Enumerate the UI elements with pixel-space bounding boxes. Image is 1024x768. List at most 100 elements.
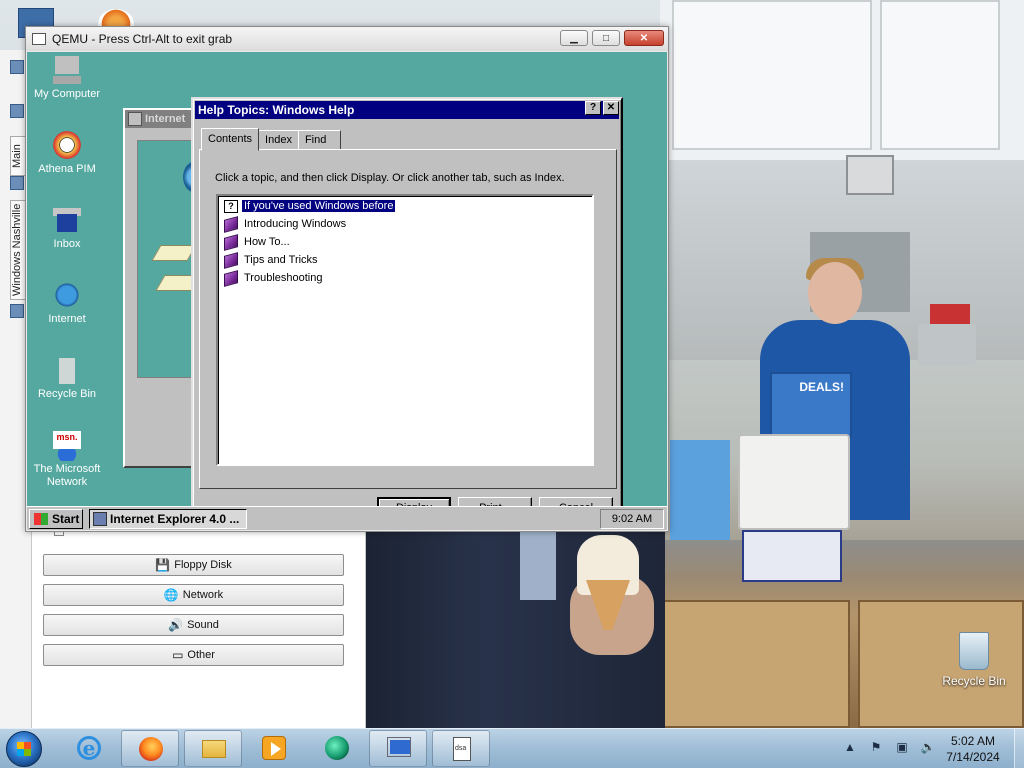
maximize-button[interactable]: □ <box>592 30 620 46</box>
list-item[interactable]: ? If you've used Windows before <box>224 198 397 214</box>
taskbar-media-player[interactable] <box>245 730 303 767</box>
tab-find[interactable]: Find <box>297 130 342 150</box>
help-dialog-title[interactable]: Help Topics: Windows Help <box>195 101 619 119</box>
task-label: Internet Explorer 4.0 ... <box>110 512 240 526</box>
bg-ceiling-panel <box>880 0 1000 150</box>
start-label: Start <box>52 512 80 526</box>
help-instructions: Click a topic, and then click Display. O… <box>215 172 565 184</box>
show-desktop-button[interactable] <box>1014 729 1024 768</box>
action-center-flag-icon[interactable]: ⚑ <box>868 739 884 755</box>
internet-explorer-icon: e <box>77 736 101 760</box>
close-button[interactable]: ✕ <box>624 30 664 46</box>
monitor-icon <box>387 737 411 757</box>
list-item[interactable]: Introducing Windows <box>224 215 347 233</box>
taskbar-button-internet-explorer[interactable]: Internet Explorer 4.0 ... <box>89 509 247 529</box>
help-topics-dialog[interactable]: Help Topics: Windows Help ? ✕ Contents I… <box>191 97 623 521</box>
taskbar-firefox[interactable] <box>121 730 179 767</box>
desktop-icon-my-computer[interactable]: My Computer <box>27 54 107 101</box>
help-close-button[interactable]: ✕ <box>603 101 619 115</box>
desktop-icon-internet[interactable]: Internet <box>27 279 107 326</box>
topic-label: Tips and Tricks <box>244 254 318 266</box>
bg-cups <box>918 324 976 366</box>
clock-time: 5:02 AM <box>950 734 996 748</box>
list-item[interactable]: Tips and Tricks <box>224 251 318 269</box>
help-tabs: Contents Index Find <box>201 127 342 151</box>
show-hidden-icons-icon[interactable]: ▲ <box>842 739 858 755</box>
button-label: Other <box>187 649 215 661</box>
qemu-icon <box>325 736 349 760</box>
tab-index[interactable]: Index <box>258 130 299 150</box>
taskbar-file-explorer[interactable] <box>184 730 242 767</box>
bg-ceiling-panel <box>672 0 872 150</box>
desktop-icon-msn[interactable]: msn. The Microsoft Network <box>27 429 107 489</box>
host-side-icon[interactable] <box>10 304 24 318</box>
topic-label: Introducing Windows <box>244 218 347 230</box>
guest-screen[interactable]: My Computer Athena PIM Inbox Internet Re… <box>27 52 667 530</box>
book-icon <box>224 269 238 287</box>
desktop-icon-athena-pim[interactable]: Athena PIM <box>27 129 107 176</box>
ie-window-title[interactable]: Internet <box>125 110 201 128</box>
bg-register <box>738 434 850 530</box>
icon-label: My Computer <box>33 88 101 100</box>
context-help-button[interactable]: ? <box>585 101 601 115</box>
document-icon-label: dsa <box>455 745 467 752</box>
contents-tab-panel: Click a topic, and then click Display. O… <box>199 149 617 489</box>
computer-icon <box>51 54 83 86</box>
other-button[interactable]: ▭ Other <box>43 644 344 666</box>
bg-shirt <box>520 530 556 600</box>
host-side-icon[interactable] <box>10 176 24 190</box>
icon-label: Internet <box>48 313 86 325</box>
qemu-app-icon <box>32 33 46 45</box>
desktop-icon-inbox[interactable]: Inbox <box>27 204 107 251</box>
desktop-icon-recycle-bin[interactable]: Recycle Bin <box>27 354 107 401</box>
topic-label: How To... <box>244 236 290 248</box>
internet-icon <box>51 279 83 311</box>
bg-box <box>742 530 842 582</box>
taskbar-qemu-window[interactable] <box>369 730 427 767</box>
windows-start-orb[interactable] <box>6 731 42 767</box>
host-clock[interactable]: 5:02 AM 7/14/2024 <box>940 733 1006 765</box>
system-tray: ▲ ⚑ ▣ 🔈 <box>842 739 936 755</box>
windows-logo-icon <box>34 513 48 525</box>
sound-button[interactable]: 🔊 Sound <box>43 614 344 636</box>
floppy-disk-button[interactable]: 💾 Floppy Disk <box>43 554 344 576</box>
athena-pim-icon <box>51 129 83 161</box>
clock-date: 7/14/2024 <box>946 750 1000 764</box>
qemu-window[interactable]: QEMU - Press Ctrl-Alt to exit grab ▁ □ ✕… <box>25 26 669 532</box>
question-page-icon: ? <box>224 199 238 213</box>
book-icon <box>224 251 238 269</box>
network-icon[interactable]: ▣ <box>894 739 910 755</box>
taskbar-internet-explorer[interactable]: e <box>60 730 118 767</box>
host-recycle-bin[interactable]: Recycle Bin <box>936 632 1012 688</box>
host-side-icon[interactable] <box>10 104 24 118</box>
tab-contents[interactable]: Contents <box>201 128 260 151</box>
host-taskbar: e dsa ▲ ⚑ ▣ 🔈 5:02 AM 7/14/2024 <box>0 728 1024 768</box>
list-item[interactable]: How To... <box>224 233 290 251</box>
document-icon <box>151 245 197 261</box>
media-player-icon <box>262 736 286 760</box>
guest-taskbar: Start Internet Explorer 4.0 ... 9:02 AM <box>27 506 667 530</box>
book-icon <box>224 233 238 251</box>
icon-label: Inbox <box>53 238 81 250</box>
button-label: Sound <box>187 619 219 631</box>
recycle-bin-icon <box>959 632 989 670</box>
network-button[interactable]: 🌐 Network <box>43 584 344 606</box>
minimize-button[interactable]: ▁ <box>560 30 588 46</box>
topic-list[interactable]: ? If you've used Windows before Introduc… <box>216 194 594 466</box>
bg-poster <box>670 440 730 540</box>
taskbar-qemu-manager[interactable] <box>308 730 366 767</box>
network-icon: 🌐 <box>163 588 179 602</box>
guest-clock[interactable]: 9:02 AM <box>600 509 664 529</box>
button-label: Network <box>182 589 224 601</box>
list-item[interactable]: Troubleshooting <box>224 269 323 287</box>
qemu-title: QEMU - Press Ctrl-Alt to exit grab <box>52 32 233 46</box>
taskbar-document[interactable]: dsa <box>432 730 490 767</box>
host-side-icon[interactable] <box>10 60 24 74</box>
topic-label: If you've used Windows before <box>240 199 397 213</box>
topic-label: Troubleshooting <box>244 272 323 284</box>
start-button[interactable]: Start <box>29 509 83 529</box>
button-label: Floppy Disk <box>174 559 232 571</box>
volume-muted-icon[interactable]: 🔈 <box>920 739 936 755</box>
other-icon: ▭ <box>172 648 184 662</box>
ie-title-text: Internet <box>145 113 186 125</box>
